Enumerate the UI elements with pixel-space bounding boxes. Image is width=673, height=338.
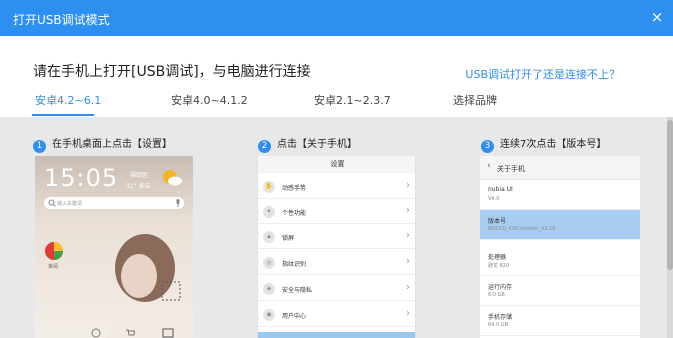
about-title: 关于手机 — [497, 165, 525, 173]
about-row-value: V4.0 — [488, 196, 500, 202]
help-link[interactable]: USB调试打开了还是连接不上？ — [465, 66, 620, 82]
settings-row-label: 锁屏 — [282, 235, 295, 242]
about-row-key: 运行内存 — [488, 284, 513, 291]
step-1-label: 1 在手机桌面上点击【设置】 — [33, 135, 172, 153]
about-row-key: 手机存储 — [488, 314, 513, 321]
about-row-key: 处理器 — [488, 254, 507, 261]
reader-app-label: 掌阅 — [48, 264, 59, 270]
step-3-text: 连续7次点击【版本号】 — [500, 139, 607, 150]
weather-city: 福田区 — [130, 172, 149, 179]
page-headline: 请在手机上打开[USB调试]，与电脑进行连接 — [33, 64, 311, 80]
tab-android-4-2-6-1[interactable]: 安卓4.2~6.1 — [35, 92, 101, 108]
chevron-right-icon: › — [406, 180, 410, 191]
active-tab-indicator — [32, 114, 94, 116]
settings-row-lockscreen: 🔒︎ 锁屏 › — [258, 225, 415, 249]
about-phone-highlight-row — [258, 332, 415, 338]
lock-icon: 🔒︎ — [263, 231, 275, 243]
step-2-text: 点击【关于手机】 — [277, 139, 357, 150]
tab-android-2-1-2-3-7[interactable]: 安卓2.1~2.3.7 — [314, 92, 391, 108]
step-3-number: 3 — [481, 140, 494, 153]
settings-row-label: 个性功能 — [282, 210, 307, 217]
about-row-build-number: 版本号 NX531J_CNCommon_V2.10 — [480, 210, 640, 240]
phone-about-screen: ‹ 关于手机 nubia UI V4.0 版本号 NX531J_CNCommon… — [480, 156, 640, 338]
settings-row-user-center: ◉ 用户中心 › — [258, 303, 415, 327]
scrollbar-thumb[interactable] — [667, 120, 673, 270]
settings-row-label: 用户中心 — [282, 313, 307, 320]
chevron-right-icon: › — [406, 308, 410, 319]
mic-icon — [176, 199, 180, 207]
back-arrow-icon: ‹ — [487, 161, 491, 171]
about-row-value: 64.0 GB — [488, 322, 509, 328]
about-row-value: NX531J_CNCommon_V2.10 — [488, 226, 556, 232]
about-row-key: 版本号 — [488, 218, 507, 225]
window-title: 打开USB调试模式 — [13, 13, 110, 27]
step-2-label: 2 点击【关于手机】 — [258, 135, 357, 153]
about-row-key: nubia UI — [488, 186, 513, 193]
reader-app-icon — [45, 242, 63, 260]
chevron-right-icon: › — [406, 282, 410, 293]
title-bar: 打开USB调试模式 × — [0, 0, 673, 36]
close-icon[interactable]: × — [648, 8, 666, 26]
clock-time: 15:05 — [44, 164, 119, 192]
about-row-ui: nubia UI V4.0 — [480, 180, 640, 210]
about-row-ram: 运行内存 6.0 GB — [480, 276, 640, 306]
settings-row-features: ✦ 个性功能 › — [258, 200, 415, 224]
settings-header: 设置 — [258, 156, 415, 173]
search-placeholder: 输入关键词 — [57, 201, 83, 207]
weather-temp: 31° 多云 — [126, 183, 151, 190]
settings-row-label: 指纹识别 — [282, 261, 307, 268]
about-row-processor: 处理器 骁龙 820 — [480, 246, 640, 276]
step-2-number: 2 — [258, 140, 271, 153]
settings-row-label: 安全与隐私 — [282, 287, 313, 294]
settings-row-security: ◈ 安全与隐私 › — [258, 277, 415, 301]
features-icon: ✦ — [263, 206, 275, 218]
about-row-storage: 手机存储 64.0 GB — [480, 306, 640, 336]
chevron-right-icon: › — [406, 230, 410, 241]
chevron-right-icon: › — [406, 256, 410, 267]
about-row-value: 骁龙 820 — [488, 263, 510, 269]
phone-home-screen: 15:05 福田区 31° 多云 输入关键词 掌阅 — [35, 156, 193, 338]
settings-app-icon — [162, 328, 174, 338]
step-1-number: 1 — [33, 140, 46, 153]
settings-row-label: 动感手势 — [282, 185, 307, 192]
phone-settings-screen: 设置 ✋ 动感手势 › ✦ 个性功能 › 🔒︎ 锁屏 › ◎ 指纹识别 › ◈ … — [257, 156, 416, 338]
search-icon — [48, 199, 56, 207]
tab-android-4-0-4-1-2[interactable]: 安卓4.0~4.1.2 — [171, 92, 248, 108]
cart-icon — [126, 329, 135, 336]
step-3-label: 3 连续7次点击【版本号】 — [481, 135, 606, 153]
shield-icon: ◈ — [263, 283, 275, 295]
fingerprint-icon: ◎ — [263, 257, 275, 269]
settings-row-fingerprint: ◎ 指纹识别 › — [258, 251, 415, 275]
user-icon: ◉ — [263, 309, 275, 321]
about-row-value: 6.0 GB — [488, 292, 505, 298]
chevron-right-icon: › — [406, 205, 410, 216]
weather-sun-icon — [163, 170, 182, 186]
about-header: ‹ 关于手机 — [480, 156, 640, 180]
settings-row-gestures: ✋ 动感手势 › — [258, 175, 415, 199]
step-1-text: 在手机桌面上点击【设置】 — [52, 139, 172, 150]
version-tabs: 安卓4.2~6.1 安卓4.0~4.1.2 安卓2.1~2.3.7 选择品牌 — [0, 92, 673, 118]
tab-choose-brand[interactable]: 选择品牌 — [453, 92, 497, 108]
gesture-icon: ✋ — [263, 181, 275, 193]
dock-icon-1 — [91, 328, 101, 338]
